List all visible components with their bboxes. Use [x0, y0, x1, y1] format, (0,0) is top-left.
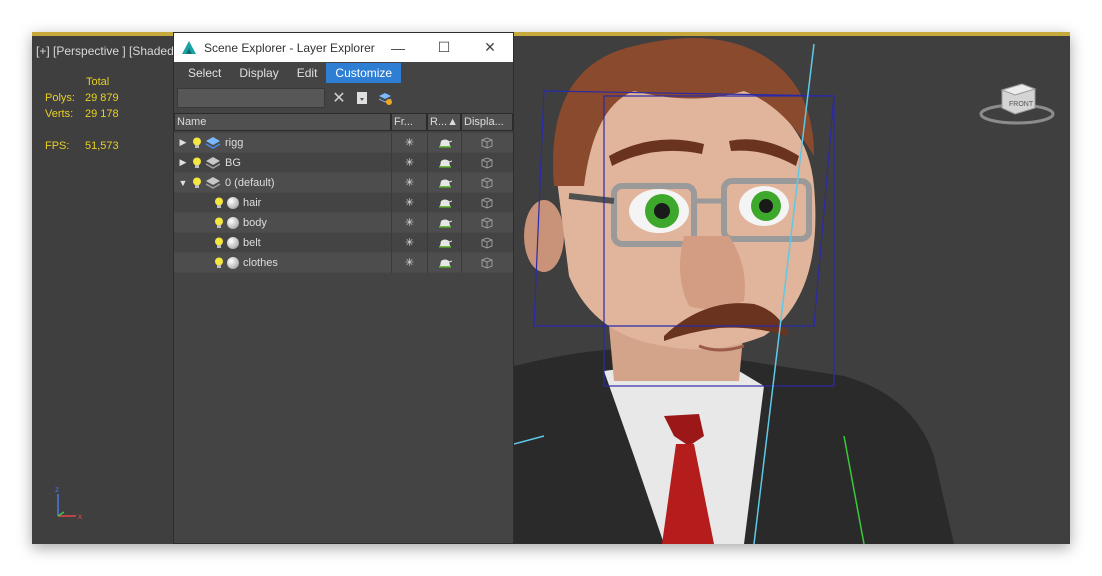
render-teapot-icon[interactable] [427, 192, 461, 213]
freeze-snowflake-icon[interactable]: ✳ [391, 232, 427, 253]
explorer-toolbar: ✕ [174, 84, 513, 111]
display-box-icon[interactable] [461, 192, 511, 213]
object-sphere-icon [227, 196, 239, 209]
display-box-icon[interactable] [461, 252, 511, 273]
column-name[interactable]: Name [174, 113, 391, 131]
expand-arrow-icon[interactable]: ▶ [178, 157, 188, 168]
column-display[interactable]: Displa... [461, 113, 513, 131]
visibility-bulb-icon[interactable] [214, 257, 224, 269]
character-model [514, 38, 954, 544]
object-name[interactable]: belt [243, 237, 261, 249]
display-box-icon[interactable] [461, 232, 511, 253]
layer-row[interactable]: ▶ rigg ✳ [174, 132, 513, 153]
freeze-snowflake-icon[interactable]: ✳ [391, 152, 427, 173]
visibility-bulb-icon[interactable] [214, 197, 224, 209]
display-box-icon[interactable] [461, 212, 511, 233]
layer-row[interactable]: ▶ BG ✳ [174, 152, 513, 173]
layer-name[interactable]: 0 (default) [225, 177, 275, 189]
render-teapot-icon[interactable] [427, 232, 461, 253]
menu-display[interactable]: Display [230, 63, 287, 83]
window-title: Scene Explorer - Layer Explorer [204, 40, 375, 55]
object-row[interactable]: clothes ✳ [174, 252, 513, 273]
3dsmax-app-icon [182, 40, 196, 54]
layer-icon [205, 136, 221, 149]
fps-value: 51,573 [85, 140, 119, 152]
column-render[interactable]: R...▲ [427, 113, 461, 131]
column-header: Name Fr... R...▲ Displa... [174, 113, 513, 131]
object-sphere-icon [227, 216, 239, 229]
visibility-bulb-icon[interactable] [214, 217, 224, 229]
freeze-snowflake-icon[interactable]: ✳ [391, 252, 427, 273]
object-name[interactable]: hair [243, 197, 261, 209]
object-row[interactable]: belt ✳ [174, 232, 513, 253]
clear-search-icon[interactable]: ✕ [330, 89, 348, 107]
render-teapot-icon[interactable] [427, 132, 461, 153]
render-teapot-icon[interactable] [427, 252, 461, 273]
object-sphere-icon [227, 236, 239, 249]
freeze-snowflake-icon[interactable]: ✳ [391, 192, 427, 213]
display-box-icon[interactable] [461, 152, 511, 173]
visibility-bulb-icon[interactable] [214, 237, 224, 249]
polys-label: Polys: [45, 92, 75, 104]
svg-text:x: x [78, 512, 82, 521]
display-box-icon[interactable] [461, 172, 511, 193]
viewport-statistics: Total Polys: 29 879 Verts: 29 178 FPS: 51,5… [45, 74, 119, 154]
layer-list: ▶ rigg ✳ ▶ BG ✳ ▼ 0 (default) ✳ hair ✳ b… [174, 132, 513, 273]
close-button[interactable]: ✕ [467, 33, 513, 62]
menu-edit[interactable]: Edit [288, 63, 327, 83]
object-name[interactable]: body [243, 217, 267, 229]
layer-name[interactable]: BG [225, 157, 241, 169]
stats-header: Total [86, 76, 110, 88]
svg-text:z: z [55, 485, 59, 494]
render-teapot-icon[interactable] [427, 212, 461, 233]
visibility-bulb-icon[interactable] [192, 157, 202, 169]
render-teapot-icon[interactable] [427, 152, 461, 173]
layer-icon [205, 156, 221, 169]
menu-bar: Select Display Edit Customize [174, 62, 513, 84]
render-teapot-icon[interactable] [427, 172, 461, 193]
object-sphere-icon [227, 256, 239, 269]
freeze-snowflake-icon[interactable]: ✳ [391, 172, 427, 193]
layer-name[interactable]: rigg [225, 137, 243, 149]
window-titlebar[interactable]: Scene Explorer - Layer Explorer — ☐ ✕ [174, 33, 513, 62]
menu-select[interactable]: Select [179, 63, 230, 83]
layer-row[interactable]: ▼ 0 (default) ✳ [174, 172, 513, 193]
object-row[interactable]: body ✳ [174, 212, 513, 233]
expand-arrow-icon[interactable]: ▶ [178, 137, 188, 148]
display-box-icon[interactable] [461, 132, 511, 153]
freeze-snowflake-icon[interactable]: ✳ [391, 132, 427, 153]
search-input[interactable] [177, 87, 325, 108]
axis-tripod-icon: z x [55, 485, 82, 521]
menu-customize[interactable]: Customize [326, 63, 402, 83]
verts-value: 29 178 [85, 108, 119, 120]
object-row[interactable]: hair ✳ [174, 192, 513, 213]
collapse-arrow-icon[interactable]: ▼ [178, 178, 188, 188]
visibility-bulb-icon[interactable] [192, 137, 202, 149]
object-name[interactable]: clothes [243, 257, 278, 269]
maximize-button[interactable]: ☐ [421, 33, 467, 62]
minimize-button[interactable]: — [375, 33, 421, 62]
new-layer-icon[interactable] [376, 89, 394, 107]
add-to-layer-icon[interactable] [353, 89, 371, 107]
polys-value: 29 879 [85, 92, 119, 104]
visibility-bulb-icon[interactable] [192, 177, 202, 189]
column-freeze[interactable]: Fr... [391, 113, 427, 131]
verts-label: Verts: [45, 108, 74, 120]
scene-explorer-window[interactable]: Scene Explorer - Layer Explorer — ☐ ✕ Se… [173, 32, 514, 544]
freeze-snowflake-icon[interactable]: ✳ [391, 212, 427, 233]
viewport-label[interactable]: [+] [Perspective ] [Shaded [36, 44, 174, 58]
fps-label: FPS: [45, 140, 70, 152]
layer-icon [205, 176, 221, 189]
